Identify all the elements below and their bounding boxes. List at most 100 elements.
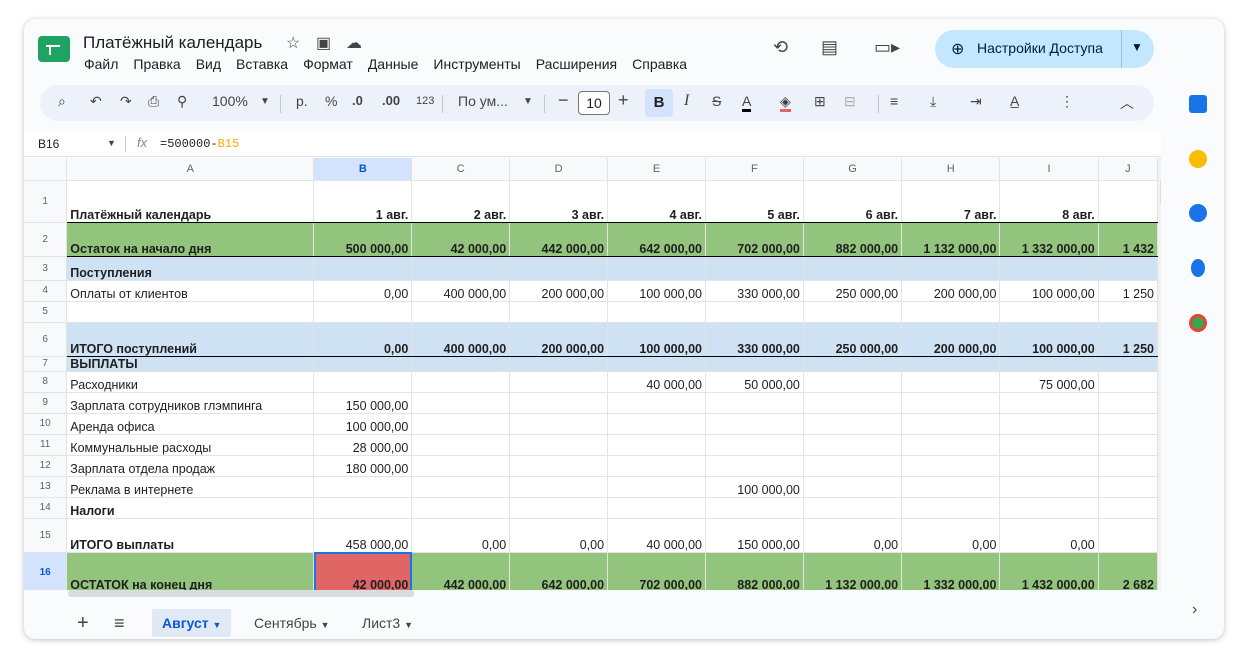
cell-d5[interactable] [509,301,609,323]
cell-b1[interactable]: 1 авг. [313,180,413,223]
cell-e1[interactable]: 4 авг. [607,180,706,223]
column-header-g[interactable]: G [803,158,903,181]
cell-e5[interactable] [607,301,706,323]
cell-h1[interactable]: 7 авг. [901,180,1001,223]
text-wrapping-icon[interactable]: ⇥ [970,93,982,110]
increase-font-size-icon[interactable]: + [618,90,629,111]
meet-video-icon[interactable]: ▭▸ [874,37,900,58]
expand-side-panel-icon[interactable]: › [1192,601,1197,619]
cell-c15[interactable]: 0,00 [411,518,511,553]
cell-e11[interactable] [607,434,706,456]
share-button[interactable]: ⊕ Настройки Доступа ▼ [935,30,1154,68]
row-header[interactable]: 10 [24,413,68,435]
cell-i7[interactable] [999,356,1099,372]
cell-d9[interactable] [509,392,609,414]
column-header-a[interactable]: A [66,158,315,181]
maps-icon[interactable] [1189,314,1207,332]
cell-b15[interactable]: 458 000,00 [313,518,413,553]
increase-decimal-button[interactable]: .00 [382,93,400,108]
menu-view[interactable]: Вид [196,56,221,72]
cell-g15[interactable]: 0,00 [803,518,903,553]
more-options-icon[interactable]: ⋮ [1060,93,1074,110]
cell-j13[interactable] [1098,476,1158,498]
cell-h15[interactable]: 0,00 [901,518,1001,553]
row-header[interactable]: 15 [24,518,68,553]
sheets-logo-icon[interactable] [38,36,70,62]
cell-a9[interactable]: Зарплата сотрудников глэмпинга [66,392,315,414]
cell-i14[interactable] [999,497,1099,519]
cell-h3[interactable] [901,256,1001,281]
decrease-decimal-button[interactable]: .0 [352,93,363,108]
menu-file[interactable]: Файл [84,56,118,72]
cell-f16[interactable]: 882 000,00 [705,552,804,590]
cell-i16[interactable]: 1 432 000,00 [999,552,1099,590]
cell-d8[interactable] [509,371,609,393]
cell-i1[interactable]: 8 авг. [999,180,1099,223]
cell-d1[interactable]: 3 авг. [509,180,609,223]
cell-e14[interactable] [607,497,706,519]
cell-h5[interactable] [901,301,1001,323]
cell-h16[interactable]: 1 332 000,00 [901,552,1001,590]
cell-i8[interactable]: 75 000,00 [999,371,1099,393]
contacts-icon[interactable] [1191,259,1205,277]
cell-a5[interactable] [66,301,315,323]
cell-i3[interactable] [999,256,1099,281]
cell-j5[interactable] [1098,301,1158,323]
star-icon[interactable]: ☆ [286,33,300,53]
row-header[interactable]: 3 [24,256,68,281]
cell-f4[interactable]: 330 000,00 [705,280,804,302]
cell-i2[interactable]: 1 332 000,00 [999,222,1099,257]
name-box[interactable]: B16 [38,137,59,151]
undo-icon[interactable]: ↶ [90,93,102,110]
cell-j14[interactable] [1098,497,1158,519]
row-header[interactable]: 16 [24,552,68,590]
cell-h11[interactable] [901,434,1001,456]
cell-f3[interactable] [705,256,804,281]
column-header-f[interactable]: F [705,158,804,181]
cell-d7[interactable] [509,356,609,372]
cell-j3[interactable] [1098,256,1158,281]
collapse-menus-icon[interactable]: ︿ [1120,93,1134,113]
cloud-status-icon[interactable]: ☁ [346,33,362,53]
cell-b8[interactable] [313,371,413,393]
cell-i4[interactable]: 100 000,00 [999,280,1099,302]
cell-h14[interactable] [901,497,1001,519]
cell-f8[interactable]: 50 000,00 [705,371,804,393]
cell-j10[interactable] [1098,413,1158,435]
formula-input[interactable]: =500000-B15 [160,137,239,151]
tab-september[interactable]: Сентябрь ▼ [254,609,330,637]
cell-a11[interactable]: Коммунальные расходы [66,434,315,456]
cell-c9[interactable] [411,392,511,414]
row-header[interactable]: 8 [24,371,68,393]
add-sheet-icon[interactable]: + [77,609,89,637]
cell-c5[interactable] [411,301,511,323]
cell-a4[interactable]: Оплаты от клиентов [66,280,315,302]
history-icon[interactable]: ⟲ [773,37,788,58]
cell-i5[interactable] [999,301,1099,323]
cell-i13[interactable] [999,476,1099,498]
cell-a14[interactable]: Налоги [66,497,315,519]
cell-f1[interactable]: 5 авг. [705,180,804,223]
cell-d4[interactable]: 200 000,00 [509,280,609,302]
percent-format-button[interactable]: % [325,93,337,109]
cell-i12[interactable] [999,455,1099,477]
cell-g3[interactable] [803,256,903,281]
row-header[interactable]: 2 [24,222,68,257]
cell-c8[interactable] [411,371,511,393]
row-header[interactable]: 13 [24,476,68,498]
cell-e4[interactable]: 100 000,00 [607,280,706,302]
cell-a15[interactable]: ИТОГО выплаты [66,518,315,553]
cell-b7[interactable] [313,356,413,372]
tab-chevron-icon[interactable]: ▼ [321,620,330,630]
tab-august[interactable]: Август ▼ [152,609,232,637]
menu-format[interactable]: Формат [303,56,353,72]
menu-edit[interactable]: Правка [133,56,180,72]
cell-j15[interactable] [1098,518,1158,553]
print-icon[interactable]: ⎙ [148,93,159,110]
column-header-d[interactable]: D [509,158,609,181]
horizontal-align-icon[interactable]: ≡ [890,93,898,109]
cell-e15[interactable]: 40 000,00 [607,518,706,553]
cell-h8[interactable] [901,371,1001,393]
cell-c12[interactable] [411,455,511,477]
cell-h6[interactable]: 200 000,00 [901,322,1001,357]
